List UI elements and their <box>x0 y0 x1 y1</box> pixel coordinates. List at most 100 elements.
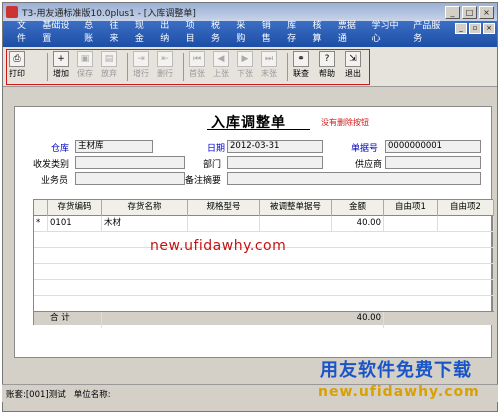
menu-accounts[interactable]: 往来 <box>110 18 126 44</box>
grid-corner <box>34 200 48 216</box>
mdi-close-button[interactable]: × <box>483 23 495 34</box>
status-account: 账套:[001]测试 <box>6 389 66 400</box>
next-icon: ▶ <box>237 51 253 67</box>
menu-purchase[interactable]: 采购 <box>236 18 252 44</box>
discard-button[interactable]: ▤ 放弃 <box>101 51 117 83</box>
cell-free2[interactable] <box>438 216 494 232</box>
menu-costing[interactable]: 核算 <box>313 18 329 44</box>
grid-header: 存货编码 存货名称 规格型号 被调整单据号 金额 自由项1 自由项2 <box>34 200 494 216</box>
printer-icon: ⎙ <box>9 51 25 67</box>
last-button[interactable]: ⏭ 末张 <box>261 51 277 83</box>
remark-field[interactable] <box>227 172 481 185</box>
title-underline <box>207 129 310 130</box>
total-row: 合 计 40.00 <box>34 311 494 328</box>
menu-tax[interactable]: 税务 <box>211 18 227 44</box>
table-row[interactable] <box>34 296 494 312</box>
help-button[interactable]: ? 帮助 <box>319 51 335 83</box>
supplier-label: 供应商 <box>355 160 383 170</box>
annotation-note: 没有删除按钮 <box>321 118 369 127</box>
menu-bills[interactable]: 票据通 <box>338 18 363 44</box>
menu-bar: 文件 基础设置 总账 往来 现金 出纳 项目 税务 采购 销售 库存 核算 票据… <box>3 21 497 47</box>
maximize-button[interactable]: □ <box>462 5 477 19</box>
menu-inventory[interactable]: 库存 <box>287 18 303 44</box>
remark-label: 备注摘要 <box>185 176 222 186</box>
minimize-button[interactable]: _ <box>445 5 460 19</box>
warehouse-label: 仓库 <box>51 144 70 154</box>
next-button[interactable]: ▶ 下张 <box>237 51 253 83</box>
first-icon: ⏮ <box>189 51 205 67</box>
query-icon: ⚭ <box>293 51 309 67</box>
status-unit: 单位名称: <box>73 389 111 400</box>
save-icon: ▣ <box>77 51 93 67</box>
cell-free1[interactable] <box>384 216 438 232</box>
col-spec[interactable]: 规格型号 <box>188 200 260 216</box>
toolbar-separator <box>127 53 128 81</box>
discard-icon: ▤ <box>101 51 117 67</box>
items-grid: 存货编码 存货名称 规格型号 被调整单据号 金额 自由项1 自由项2 * 010… <box>33 199 494 328</box>
table-row[interactable] <box>34 264 494 280</box>
cell-code[interactable]: 0101 <box>48 216 102 232</box>
toolbar-separator <box>47 53 48 81</box>
mdi-minimize-button[interactable]: _ <box>455 23 467 34</box>
menu-project[interactable]: 项目 <box>186 18 202 44</box>
first-button[interactable]: ⏮ 首张 <box>189 51 205 83</box>
close-button[interactable]: × <box>479 5 494 19</box>
col-ref-doc[interactable]: 被调整单据号 <box>260 200 332 216</box>
menu-learning[interactable]: 学习中心 <box>371 18 404 44</box>
clerk-field[interactable] <box>75 172 185 185</box>
toolbar: ⎙ 打印 + 增加 ▣ 保存 ▤ 放弃 ⇥ 增行 ⇤ 删行 ⏮ 首张 ◀ 上张 ▶ 下张 ⏭ 末张 … <box>3 47 497 87</box>
delete-row-icon: ⇤ <box>157 51 173 67</box>
mdi-restore-button[interactable]: ▫ <box>469 23 481 34</box>
menu-cash[interactable]: 现金 <box>135 18 151 44</box>
delete-row-button[interactable]: ⇤ 删行 <box>157 51 173 83</box>
query-button[interactable]: ⚭ 联查 <box>293 51 309 83</box>
menu-file[interactable]: 文件 <box>17 18 33 44</box>
document-form: 入库调整单 没有删除按钮 仓库 主材库 日期 2012-03-31 单据号 00… <box>14 106 494 358</box>
date-field[interactable]: 2012-03-31 <box>227 140 323 153</box>
menu-ledger[interactable]: 总账 <box>84 18 100 44</box>
menu-cashier[interactable]: 出纳 <box>160 18 176 44</box>
cell-spec[interactable] <box>188 216 260 232</box>
col-code[interactable]: 存货编码 <box>48 200 102 216</box>
exit-icon: ⇲ <box>345 51 361 67</box>
brand-line-1: 用友软件免费下载 <box>320 360 472 381</box>
docno-field[interactable]: 0000000001 <box>385 140 481 153</box>
brand-line-2: new.ufidawhy.com <box>318 384 480 400</box>
menu-basic-settings[interactable]: 基础设置 <box>42 18 75 44</box>
exit-button[interactable]: ⇲ 退出 <box>345 51 361 83</box>
watermark-text: new.ufidawhy.com <box>150 238 287 254</box>
app-icon <box>6 6 18 18</box>
cell-name[interactable]: 木材 <box>102 216 188 232</box>
total-label: 合 计 <box>48 312 102 328</box>
cell-ref-doc[interactable] <box>260 216 332 232</box>
recv-type-field[interactable] <box>75 156 185 169</box>
print-button[interactable]: ⎙ 打印 <box>9 51 25 83</box>
prev-button[interactable]: ◀ 上张 <box>213 51 229 83</box>
dept-field[interactable] <box>227 156 323 169</box>
total-amount: 40.00 <box>332 312 384 328</box>
toolbar-separator <box>287 53 288 81</box>
table-row[interactable] <box>34 280 494 296</box>
toolbar-separator <box>183 53 184 81</box>
table-row[interactable]: * 0101 木材 40.00 <box>34 216 494 232</box>
dept-label: 部门 <box>203 160 222 170</box>
prev-icon: ◀ <box>213 51 229 67</box>
clerk-label: 业务员 <box>41 176 69 186</box>
date-label: 日期 <box>207 144 226 154</box>
supplier-field[interactable] <box>385 156 481 169</box>
add-row-icon: ⇥ <box>133 51 149 67</box>
menu-sales[interactable]: 销售 <box>262 18 278 44</box>
cell-amount[interactable]: 40.00 <box>332 216 384 232</box>
last-icon: ⏭ <box>261 51 277 67</box>
recv-type-label: 收发类别 <box>33 160 70 170</box>
warehouse-field[interactable]: 主材库 <box>75 140 153 153</box>
save-button[interactable]: ▣ 保存 <box>77 51 93 83</box>
col-free2[interactable]: 自由项2 <box>438 200 494 216</box>
add-row-button[interactable]: ⇥ 增行 <box>133 51 149 83</box>
help-icon: ? <box>319 51 335 67</box>
menu-services[interactable]: 产品服务 <box>413 18 446 44</box>
col-amount[interactable]: 金额 <box>332 200 384 216</box>
add-button[interactable]: + 增加 <box>53 51 69 83</box>
col-name[interactable]: 存货名称 <box>102 200 188 216</box>
col-free1[interactable]: 自由项1 <box>384 200 438 216</box>
